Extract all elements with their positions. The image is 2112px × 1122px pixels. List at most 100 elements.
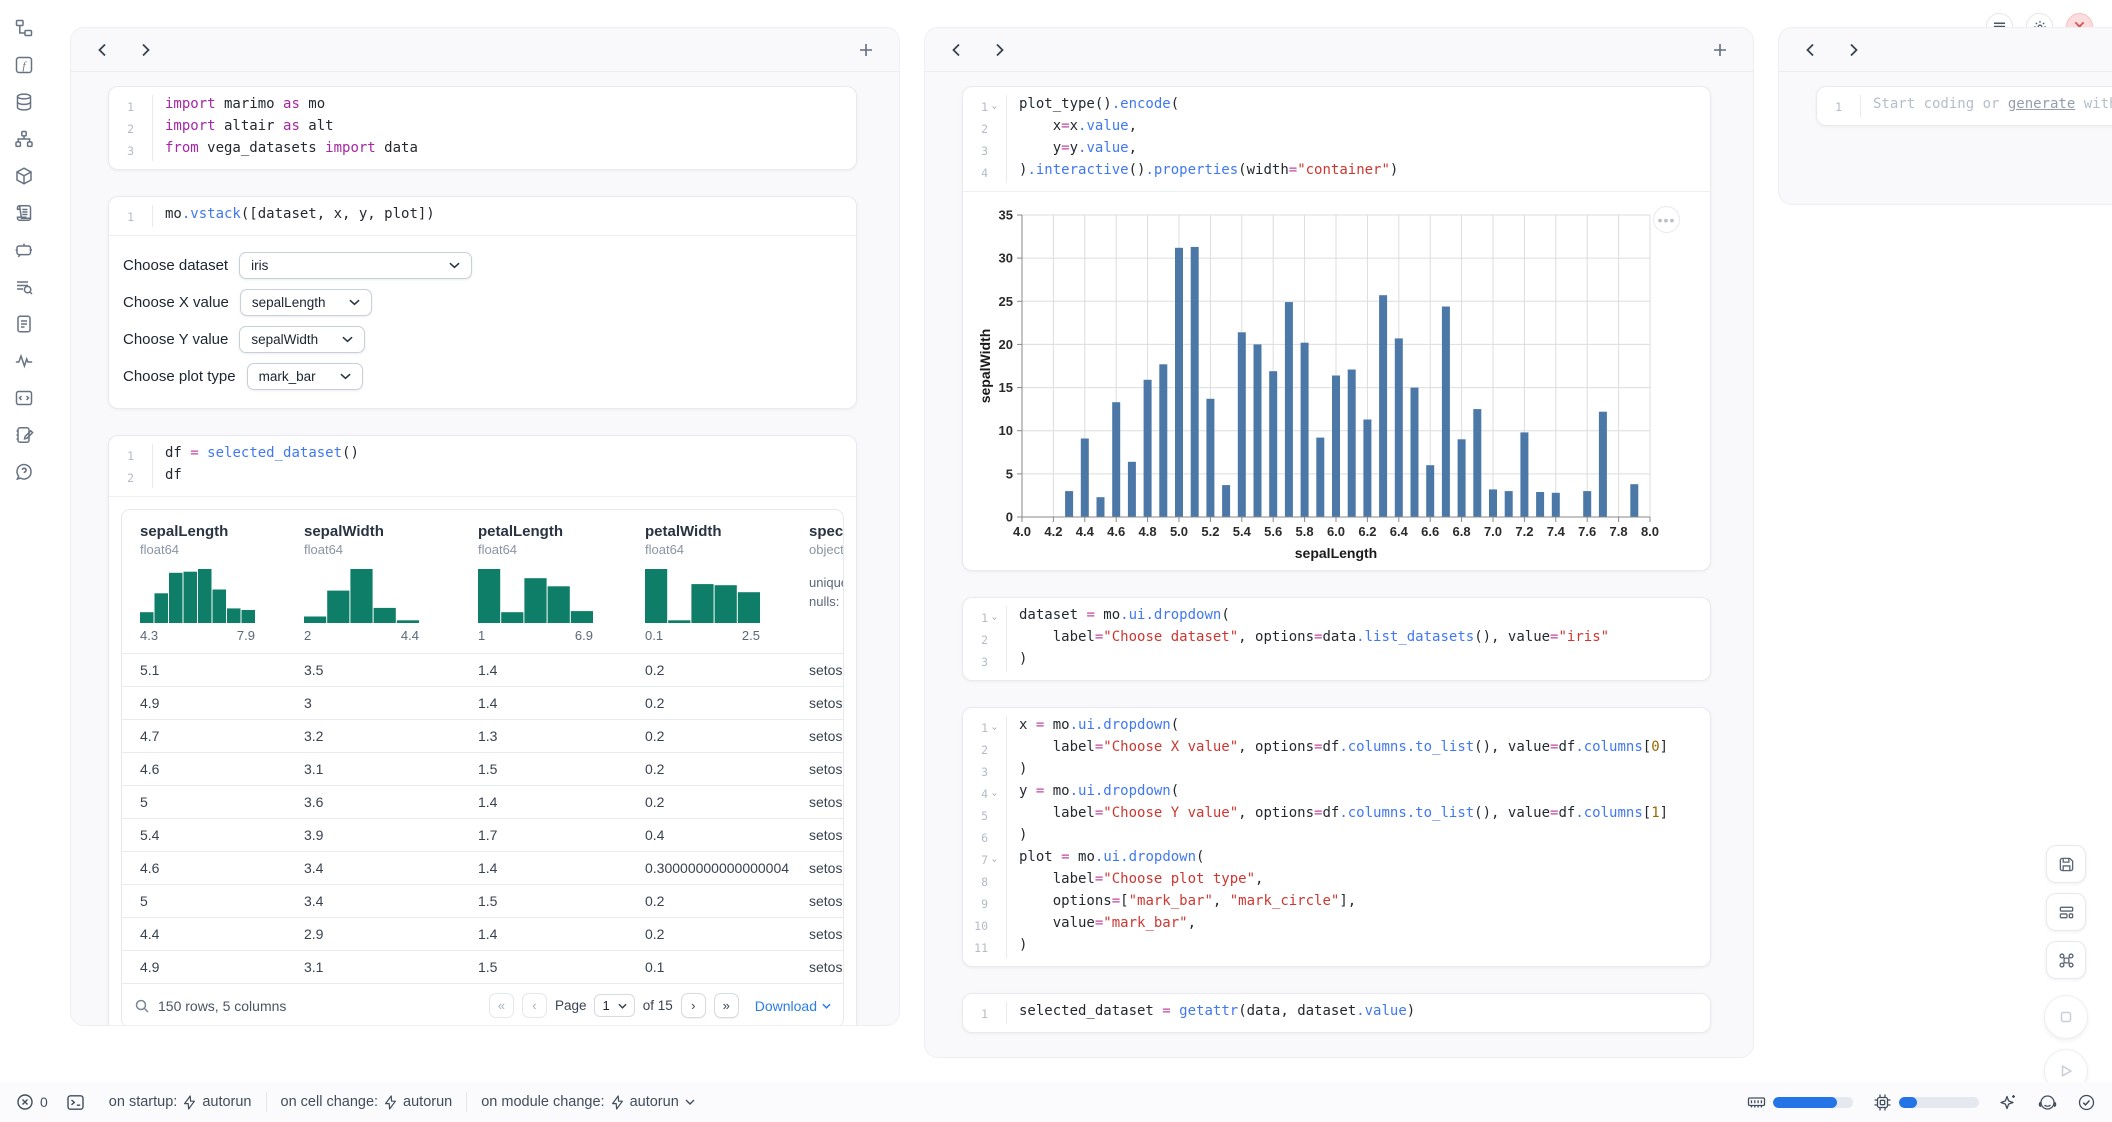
- scratchpad-icon[interactable]: [14, 277, 34, 297]
- column-prev-button[interactable]: [1803, 42, 1819, 58]
- table-cell: 3: [286, 695, 460, 711]
- dropdown-value: sepalWidth: [251, 332, 318, 347]
- dependency-graph-icon[interactable]: [14, 129, 34, 149]
- ai-sparkles-button[interactable]: [1999, 1093, 2018, 1112]
- table-row[interactable]: 4.42.91.40.2setosa: [122, 917, 843, 950]
- table-row[interactable]: 4.931.40.2setosa: [122, 686, 843, 719]
- stop-button[interactable]: [2044, 995, 2088, 1039]
- cell-dataframe: 1df = selected_dataset()2df sepalLengthf…: [108, 435, 857, 1026]
- column-3-header: [1779, 28, 2112, 72]
- column-header[interactable]: sepalLengthfloat644.37.9: [122, 510, 286, 653]
- add-cell-button[interactable]: [1711, 41, 1729, 59]
- column-header[interactable]: speciesobjectunique:nulls:: [791, 510, 843, 653]
- table-cell: 4.9: [122, 695, 286, 711]
- next-page-button[interactable]: ›: [681, 993, 706, 1018]
- cell-plot: 1›plot_type().encode(2 x=x.value,3 y=y.v…: [962, 86, 1711, 571]
- page-select[interactable]: 1: [594, 994, 634, 1017]
- runtime-config-label: on cell change:: [281, 1094, 379, 1110]
- dropdown-select[interactable]: sepalLength: [240, 289, 373, 316]
- table-row[interactable]: 5.43.91.70.4setosa: [122, 818, 843, 851]
- add-cell-button[interactable]: [857, 41, 875, 59]
- column-header[interactable]: sepalWidthfloat6424.4: [286, 510, 460, 653]
- line-gutter: 8: [963, 870, 1001, 892]
- column-next-button[interactable]: [1845, 42, 1861, 58]
- code-editor[interactable]: 1›x = mo.ui.dropdown(2 label="Choose X v…: [963, 708, 1710, 966]
- table-cell: setosa: [791, 662, 843, 678]
- table-row[interactable]: 5.13.51.40.2setosa: [122, 653, 843, 686]
- table-row[interactable]: 4.63.41.40.30000000000000004setosa: [122, 851, 843, 884]
- notes-icon[interactable]: [14, 425, 34, 445]
- documentation-icon[interactable]: [14, 314, 34, 334]
- fold-toggle-icon[interactable]: ›: [988, 98, 1001, 117]
- code-editor[interactable]: 1mo.vstack([dataset, x, y, plot]): [109, 197, 856, 235]
- table-cell: 4.9: [122, 959, 286, 975]
- code-editor[interactable]: 1›plot_type().encode(2 x=x.value,3 y=y.v…: [963, 87, 1710, 191]
- assistant-bot-button[interactable]: [2038, 1093, 2057, 1112]
- ai-chat-icon[interactable]: [14, 240, 34, 260]
- runtime-config-label: on startup:: [109, 1094, 178, 1110]
- cell-selected-dataset: 1selected_dataset = getattr(data, datase…: [962, 993, 1711, 1033]
- connection-status-button[interactable]: [2077, 1093, 2096, 1112]
- prev-page-button[interactable]: ‹: [522, 993, 547, 1018]
- fold-toggle-icon[interactable]: ›: [988, 609, 1001, 628]
- dropdown-select[interactable]: iris: [239, 252, 472, 279]
- code-editor[interactable]: 1selected_dataset = getattr(data, datase…: [963, 994, 1710, 1032]
- table-row[interactable]: 4.93.11.50.1setosa: [122, 950, 843, 983]
- runtime-config-item[interactable]: on cell change:autorun: [281, 1094, 453, 1110]
- last-page-button[interactable]: »: [714, 993, 739, 1018]
- table-cell: setosa: [791, 728, 843, 744]
- code-editor[interactable]: 1import marimo as mo2import altair as al…: [109, 87, 856, 169]
- runtime-config-item[interactable]: on module change:autorun: [481, 1094, 695, 1110]
- snippets-icon[interactable]: [14, 388, 34, 408]
- logs-icon[interactable]: [14, 203, 34, 223]
- download-button[interactable]: Download: [755, 998, 831, 1014]
- column-prev-button[interactable]: [95, 42, 111, 58]
- empty-cell-editor[interactable]: 1Start coding or generate with AI: [1817, 87, 2112, 125]
- keyboard-shortcuts-button[interactable]: [2046, 941, 2086, 979]
- table-row[interactable]: 53.41.50.2setosa: [122, 884, 843, 917]
- dropdown-select[interactable]: sepalWidth: [239, 326, 365, 353]
- bar-chart[interactable]: 4.04.24.44.64.85.05.25.45.65.86.06.26.46…: [963, 198, 1710, 570]
- errors-indicator[interactable]: 0: [16, 1093, 48, 1111]
- fold-toggle-icon[interactable]: ›: [988, 851, 1001, 870]
- line-gutter: 1›: [963, 716, 1001, 738]
- first-page-button[interactable]: «: [489, 993, 514, 1018]
- column-next-button[interactable]: [991, 42, 1007, 58]
- code-line: 10 value="mark_bar",: [963, 914, 1710, 936]
- table-row[interactable]: 4.63.11.50.2setosa: [122, 752, 843, 785]
- table-row[interactable]: 4.73.21.30.2setosa: [122, 719, 843, 752]
- variables-icon[interactable]: f: [14, 55, 34, 75]
- save-button[interactable]: [2046, 845, 2086, 883]
- fold-toggle-icon[interactable]: ›: [988, 785, 1001, 804]
- terminal-button[interactable]: [66, 1093, 85, 1112]
- file-explorer-icon[interactable]: [14, 18, 34, 38]
- fold-spacer: [988, 873, 1001, 892]
- column-header[interactable]: petalWidthfloat640.12.5: [627, 510, 791, 653]
- bolt-icon: [384, 1095, 397, 1110]
- column-header[interactable]: petalLengthfloat6416.9: [460, 510, 627, 653]
- code-editor[interactable]: 1df = selected_dataset()2df: [109, 436, 856, 496]
- column-prev-button[interactable]: [949, 42, 965, 58]
- runtime-config-item[interactable]: on startup:autorun: [109, 1094, 252, 1110]
- help-icon[interactable]: [14, 462, 34, 482]
- tracing-icon[interactable]: [14, 351, 34, 371]
- fold-spacer: [988, 164, 1001, 183]
- table-row[interactable]: 53.61.40.2setosa: [122, 785, 843, 818]
- code-editor[interactable]: 1›dataset = mo.ui.dropdown(2 label="Choo…: [963, 598, 1710, 680]
- fold-toggle-icon[interactable]: ›: [988, 719, 1001, 738]
- packages-icon[interactable]: [14, 166, 34, 186]
- layout-button[interactable]: [2046, 893, 2086, 931]
- stop-icon: [2058, 1009, 2074, 1025]
- dropdown-select[interactable]: mark_bar: [247, 363, 363, 390]
- column-histogram: [140, 569, 286, 623]
- column-next-button[interactable]: [137, 42, 153, 58]
- line-number: 4: [968, 164, 988, 183]
- table-cell: 3.1: [286, 959, 460, 975]
- code-content: plot = mo.ui.dropdown(: [1006, 848, 1710, 870]
- search-icon[interactable]: [134, 998, 150, 1014]
- column-dtype: float64: [645, 542, 791, 557]
- chart-more-button[interactable]: •••: [1653, 206, 1680, 233]
- ellipsis-icon: •••: [1658, 212, 1676, 228]
- data-sources-icon[interactable]: [14, 92, 34, 112]
- code-line: 1selected_dataset = getattr(data, datase…: [963, 1002, 1710, 1024]
